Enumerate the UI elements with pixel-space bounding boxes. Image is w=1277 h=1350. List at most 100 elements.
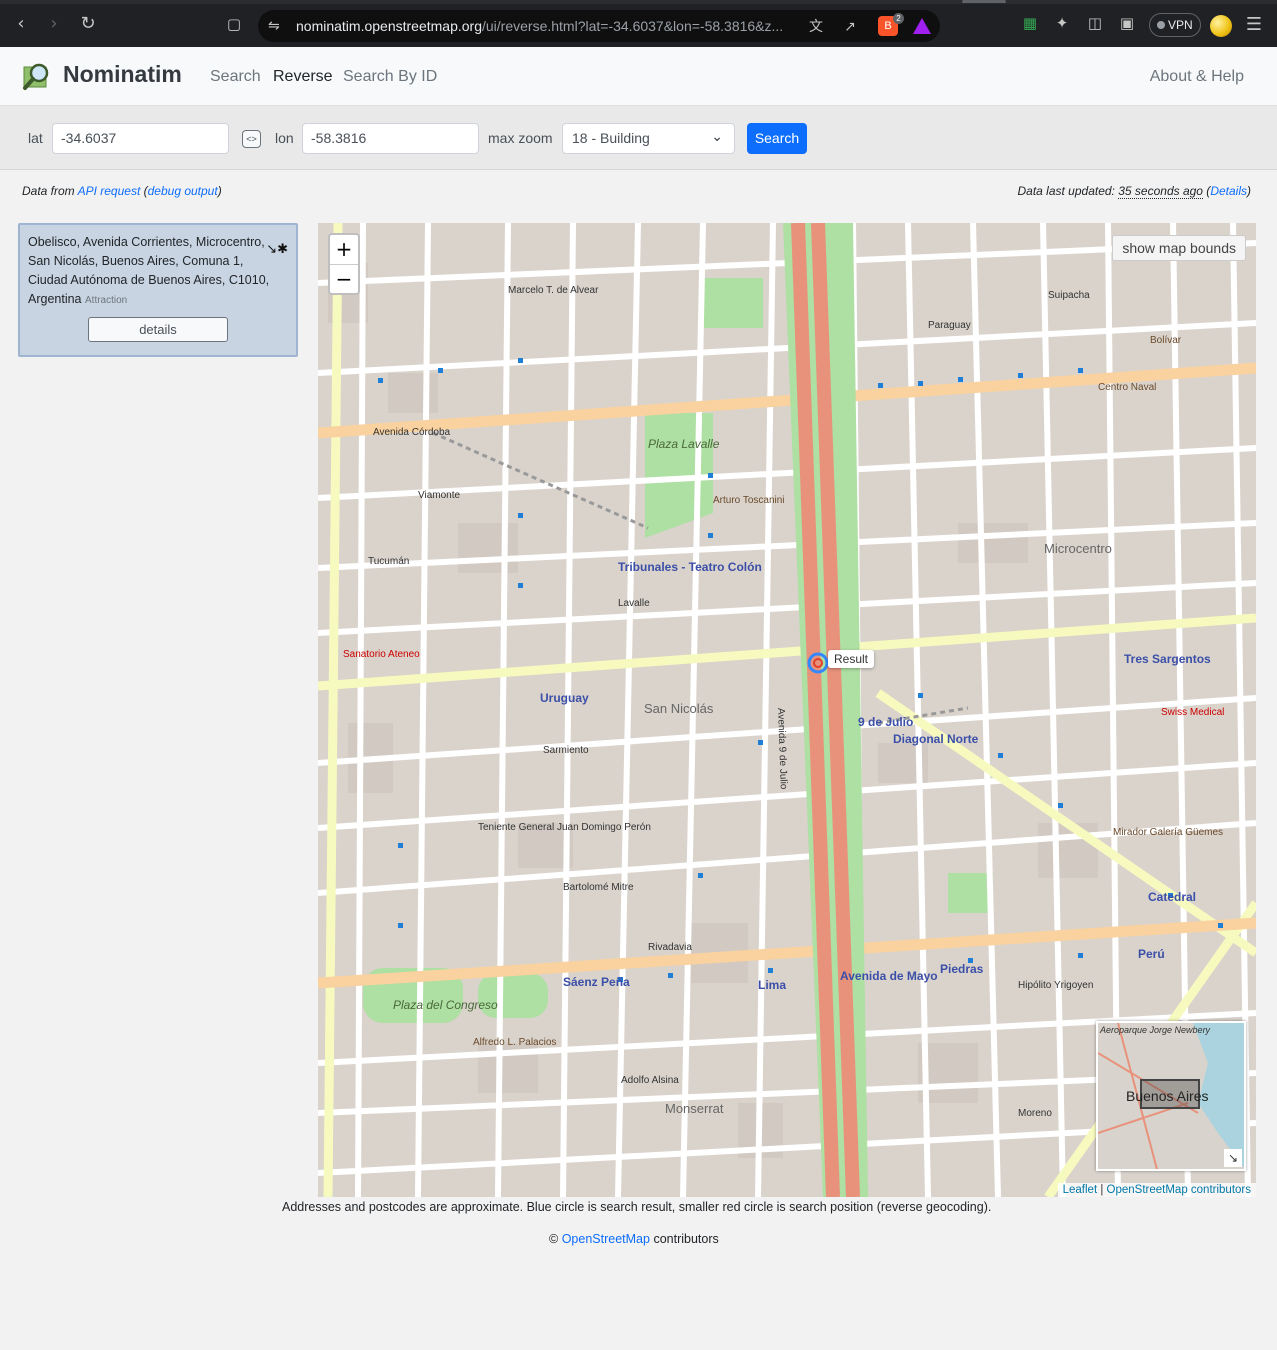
lat-input[interactable]: -34.6037 (52, 123, 229, 154)
sidebar-icon[interactable]: ◫ (1085, 14, 1105, 34)
map-label: Viamonte (418, 490, 461, 501)
sheets-extension-icon[interactable]: ▦ (1020, 14, 1040, 34)
nav-search-by-id[interactable]: Search By ID (343, 68, 437, 86)
site-settings-icon[interactable]: ⇋ (268, 17, 280, 34)
max-zoom-select[interactable]: 18 - Building ⌄ (562, 123, 735, 154)
lon-label: lon (275, 130, 294, 146)
map-label: Mirador Galería Güemes (1113, 827, 1223, 838)
map-label: Diagonal Norte (893, 732, 979, 746)
map-label: Perú (1138, 947, 1165, 961)
map-label: Sáenz Peña (563, 975, 630, 989)
forward-icon[interactable]: › (43, 13, 65, 35)
map-label: Avenida de Mayo (840, 969, 938, 983)
expand-arrows-icon[interactable]: ↘✱ (266, 241, 288, 257)
result-type: Attraction (85, 295, 128, 306)
map-label: Piedras (940, 962, 984, 976)
vpn-button[interactable]: VPN (1149, 13, 1201, 37)
last-updated-line: Data last updated: 35 seconds ago (Detai… (1017, 184, 1251, 199)
zoom-out-button[interactable]: − (330, 265, 358, 294)
map-label: 9 de Julio (858, 715, 913, 729)
profile-avatar[interactable] (1210, 15, 1232, 37)
brand-title[interactable]: Nominatim (63, 61, 182, 88)
extensions-puzzle-icon[interactable]: ✦ (1052, 14, 1072, 34)
map-label: Teniente General Juan Domingo Perón (478, 822, 651, 833)
map-label: Alfredo L. Palacios (473, 1037, 556, 1048)
address-bar[interactable]: ⇋ nominatim.openstreetmap.org/ui/reverse… (258, 10, 940, 42)
swap-coordinates-button[interactable]: <> (242, 130, 261, 148)
minimap-toggle-icon[interactable]: ↘ (1224, 1149, 1242, 1167)
reverse-search-form: lat -34.6037 <> lon -58.3816 max zoom 18… (0, 106, 1277, 170)
last-updated-label: Data last updated: (1017, 184, 1115, 198)
chevron-down-icon: ⌄ (711, 128, 723, 144)
map-label: Plaza Lavalle (648, 437, 720, 451)
bookmark-icon[interactable]: ▢ (223, 13, 245, 35)
map-label: San Nicolás (644, 701, 714, 716)
minimap-label: Buenos Aires (1126, 1088, 1209, 1104)
map-label: Bolívar (1150, 335, 1182, 346)
brave-rewards-icon[interactable] (913, 18, 931, 34)
map-label: Plaza del Congreso (393, 998, 498, 1012)
url-host: nominatim.openstreetmap.org (296, 18, 482, 34)
approximation-note: Addresses and postcodes are approximate.… (282, 1200, 992, 1214)
map-label: Lavalle (618, 598, 650, 609)
attribution-separator: | (1097, 1184, 1107, 1196)
url-text[interactable]: nominatim.openstreetmap.org/ui/reverse.h… (296, 18, 796, 34)
data-from-text: Data from (22, 184, 75, 198)
result-popup[interactable]: Result (828, 650, 875, 668)
browser-toolbar: ‹ › ↻ ▢ ⇋ nominatim.openstreetmap.org/ui… (0, 0, 1277, 47)
copyright-sign: © (549, 1232, 559, 1246)
map-label: Tucumán (368, 556, 409, 567)
api-request-link[interactable]: API request (78, 184, 141, 198)
map-label: Moreno (1018, 1108, 1052, 1119)
search-button[interactable]: Search (747, 123, 807, 154)
map-label: Bartolomé Mitre (563, 882, 634, 893)
show-map-bounds-button[interactable]: show map bounds (1112, 235, 1246, 261)
copyright-line: © OpenStreetMap contributors (549, 1232, 719, 1246)
vpn-label: VPN (1168, 18, 1193, 32)
nominatim-logo-icon[interactable] (22, 61, 52, 91)
max-zoom-value: 18 - Building (572, 130, 650, 146)
lon-input[interactable]: -58.3816 (302, 123, 479, 154)
osm-contributors-link[interactable]: OpenStreetMap contributors (1107, 1184, 1251, 1196)
active-tab-indicator[interactable] (962, 0, 1006, 3)
map-label: Paraguay (928, 320, 971, 331)
zoom-in-button[interactable]: + (330, 235, 358, 264)
map-attribution: Leaflet | OpenStreetMap contributors (1057, 1183, 1256, 1197)
details-button[interactable]: details (88, 317, 228, 342)
result-address-text: Obelisco, Avenida Corrientes, Microcentr… (28, 235, 270, 306)
map-label: Sarmiento (543, 745, 589, 756)
map-label: Tres Sargentos (1124, 652, 1211, 666)
data-source-line: Data from API request (debug output) (22, 184, 222, 198)
map-label: Arturo Toscanini (713, 495, 785, 506)
wallet-icon[interactable]: ▣ (1117, 14, 1137, 34)
site-header: Nominatim Search Reverse Search By ID Ab… (0, 47, 1277, 106)
map-label: Lima (758, 978, 786, 992)
map-label: Sanatorio Ateneo (343, 649, 420, 660)
back-icon[interactable]: ‹ (10, 13, 32, 35)
openstreetmap-link[interactable]: OpenStreetMap (562, 1232, 650, 1246)
status-details-link[interactable]: Details (1210, 184, 1247, 198)
map-label: Suipacha (1048, 290, 1090, 301)
map-label: Microcentro (1044, 541, 1112, 556)
nav-about-help[interactable]: About & Help (1150, 68, 1244, 86)
debug-output-link[interactable]: debug output (148, 184, 218, 198)
minimap[interactable]: Aeroparque Jorge Newbery Buenos Aires ↘ (1096, 1021, 1246, 1171)
nav-reverse[interactable]: Reverse (273, 68, 333, 86)
result-card[interactable]: Obelisco, Avenida Corrientes, Microcentr… (18, 223, 298, 357)
result-address: Obelisco, Avenida Corrientes, Microcentr… (28, 233, 270, 310)
map-label: Marcelo T. de Alvear (508, 285, 599, 296)
brave-shields-icon[interactable]: B2 (878, 13, 904, 36)
leaflet-link[interactable]: Leaflet (1063, 1184, 1098, 1196)
map-view[interactable]: Avenida Córdoba Viamonte Tucumán Lavalle… (318, 223, 1256, 1197)
reload-icon[interactable]: ↻ (77, 13, 99, 35)
url-path: /ui/reverse.html?lat=-34.6037&lon=-58.38… (482, 18, 784, 34)
menu-icon[interactable]: ☰ (1244, 14, 1264, 34)
map-label: Catedral (1148, 890, 1196, 904)
map-label: Tribunales - Teatro Colón (618, 560, 762, 574)
translate-icon[interactable]: 文 (806, 16, 826, 36)
map-label: Monserrat (665, 1101, 724, 1116)
max-zoom-label: max zoom (488, 130, 553, 146)
contributors-text: contributors (653, 1232, 719, 1246)
nav-search[interactable]: Search (210, 68, 261, 86)
share-icon[interactable]: ↗ (840, 16, 860, 36)
